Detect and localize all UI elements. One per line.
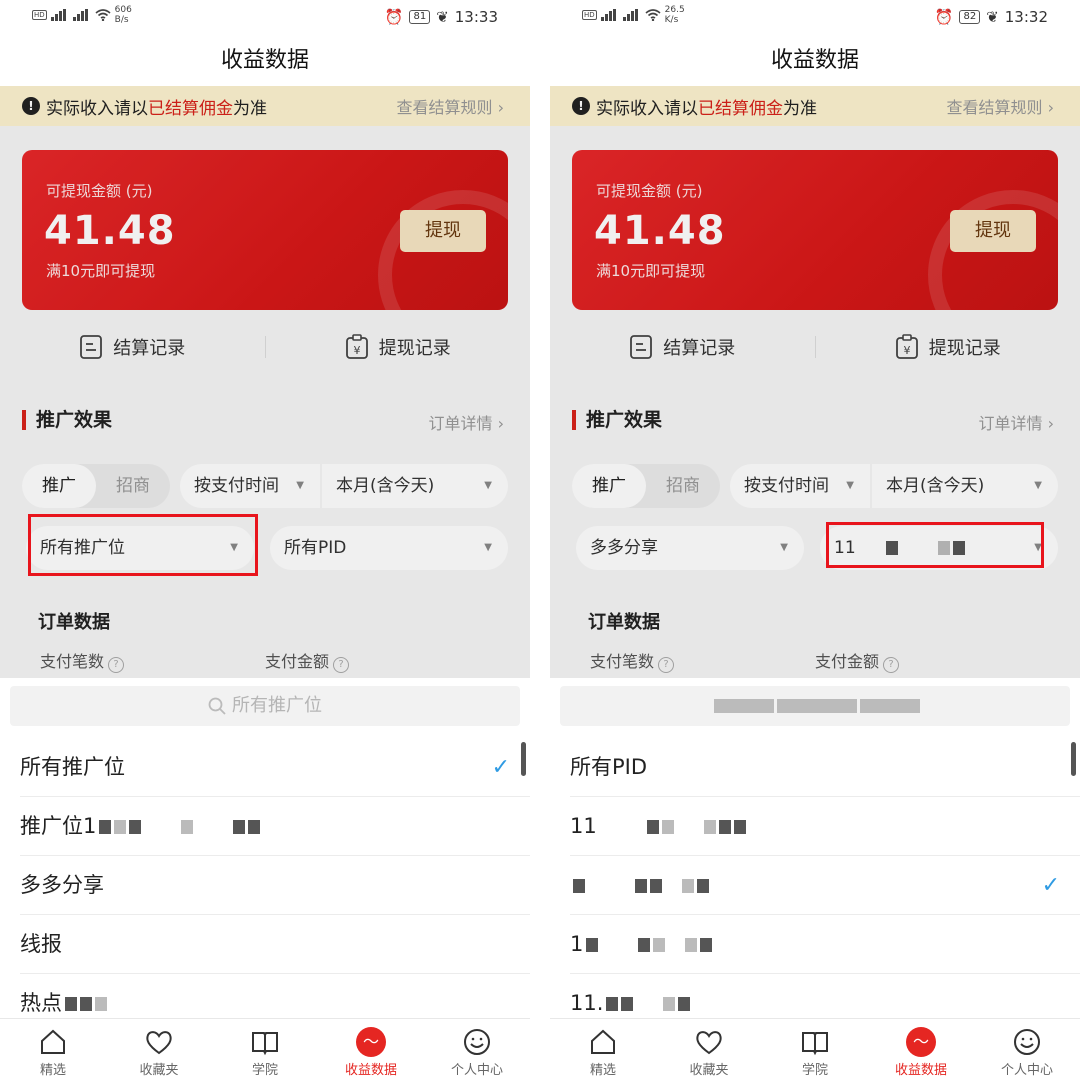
tab-academy[interactable]: 学院 xyxy=(212,1019,318,1083)
home-icon xyxy=(41,1029,65,1054)
book-icon xyxy=(802,1032,828,1056)
list-item[interactable]: 线报 xyxy=(20,915,530,974)
modal-backdrop[interactable] xyxy=(0,86,530,678)
alarm-icon: ⏰ xyxy=(934,8,954,26)
tab-favorites[interactable]: 收藏夹 xyxy=(106,1019,212,1083)
signal-icon xyxy=(50,9,69,21)
bottom-tab-bar: 精选 收藏夹 学院 〜 收益数据 个人中心 xyxy=(0,1018,530,1083)
smile-icon xyxy=(1014,1029,1040,1055)
position-picker-sheet: 所有推广位 所有推广位 ✓ 推广位1 多多分享 线报 热点 xyxy=(0,678,530,1033)
status-network: HD 26.5 K/s xyxy=(582,5,685,25)
search-input[interactable] xyxy=(560,686,1070,726)
clock: 13:32 xyxy=(1004,8,1048,26)
battery-icon: 82 xyxy=(959,10,981,24)
signal-icon xyxy=(622,9,641,21)
heart-icon xyxy=(696,1031,722,1055)
signal-icon xyxy=(72,9,91,21)
tab-home[interactable]: 精选 xyxy=(550,1019,656,1083)
list-item[interactable]: 所有PID xyxy=(570,738,1080,797)
highlight-box xyxy=(826,522,1044,568)
wifi-icon xyxy=(95,9,111,21)
status-bar: HD 606 B/s ⏰ 81 ❦ 13:33 xyxy=(0,0,530,36)
leaf-icon: ❦ xyxy=(986,8,999,26)
page-title: 收益数据 xyxy=(550,36,1080,86)
tab-home[interactable]: 精选 xyxy=(0,1019,106,1083)
hd-badge: HD xyxy=(582,10,597,20)
check-icon: ✓ xyxy=(1041,873,1060,898)
check-icon: ✓ xyxy=(491,755,510,780)
search-icon xyxy=(208,697,226,715)
phone-screen-left: HD 606 B/s ⏰ 81 ❦ 13:33 收益数据 ! 实际收入请以 已结算佣… xyxy=(0,0,530,1083)
highlight-box xyxy=(28,514,258,576)
smile-icon xyxy=(464,1029,490,1055)
redacted-text xyxy=(570,873,709,897)
search-input[interactable]: 所有推广位 xyxy=(10,686,520,726)
leaf-icon: ❦ xyxy=(436,8,449,26)
tab-earnings[interactable]: 〜 收益数据 xyxy=(318,1019,424,1083)
status-system: ⏰ 81 ❦ 13:33 xyxy=(385,8,498,26)
alarm-icon: ⏰ xyxy=(384,8,404,26)
earnings-icon: 〜 xyxy=(906,1027,936,1057)
list-item[interactable]: 多多分享 xyxy=(20,856,530,915)
list-item[interactable]: 推广位1 xyxy=(20,797,530,856)
tab-academy[interactable]: 学院 xyxy=(762,1019,868,1083)
bottom-tab-bar: 精选 收藏夹 学院 〜 收益数据 个人中心 xyxy=(550,1018,1080,1083)
tab-favorites[interactable]: 收藏夹 xyxy=(656,1019,762,1083)
redacted-text xyxy=(62,991,107,1015)
home-icon xyxy=(591,1029,615,1054)
earnings-icon: 〜 xyxy=(356,1027,386,1057)
heart-icon xyxy=(146,1031,172,1055)
phone-screen-right: HD 26.5 K/s ⏰ 82 ❦ 13:32 收益数据 ! 实际收入请以 已结算… xyxy=(550,0,1080,1083)
hd-badge: HD xyxy=(32,10,47,20)
clock: 13:33 xyxy=(454,8,498,26)
status-bar: HD 26.5 K/s ⏰ 82 ❦ 13:32 xyxy=(550,0,1080,36)
list-item[interactable]: 所有推广位 ✓ xyxy=(20,738,530,797)
option-list: 所有PID 11 ✓ 1 11. xyxy=(550,738,1080,1033)
wifi-icon xyxy=(645,9,661,21)
page-title: 收益数据 xyxy=(0,36,530,86)
tab-earnings[interactable]: 〜 收益数据 xyxy=(868,1019,974,1083)
redacted-text xyxy=(603,991,691,1015)
status-network: HD 606 B/s xyxy=(32,5,132,25)
battery-icon: 81 xyxy=(409,10,431,24)
book-icon xyxy=(252,1032,278,1056)
pid-picker-sheet: 所有PID 11 ✓ 1 11. xyxy=(550,678,1080,1033)
tab-profile[interactable]: 个人中心 xyxy=(424,1019,530,1083)
redacted-text xyxy=(711,695,920,716)
list-item[interactable]: 1 xyxy=(570,915,1080,974)
redacted-text xyxy=(597,814,746,838)
network-speed: 26.5 K/s xyxy=(664,5,685,25)
redacted-text xyxy=(96,814,261,838)
tab-profile[interactable]: 个人中心 xyxy=(974,1019,1080,1083)
redacted-text xyxy=(583,932,713,956)
screenshot-pair: HD 606 B/s ⏰ 81 ❦ 13:33 收益数据 ! 实际收入请以 已结算佣… xyxy=(0,0,1080,1083)
list-item[interactable]: ✓ xyxy=(570,856,1080,915)
signal-icon xyxy=(600,9,619,21)
list-item[interactable]: 11 xyxy=(570,797,1080,856)
modal-backdrop[interactable] xyxy=(550,86,1080,678)
network-speed: 606 B/s xyxy=(114,5,132,25)
status-system: ⏰ 82 ❦ 13:32 xyxy=(935,8,1048,26)
option-list: 所有推广位 ✓ 推广位1 多多分享 线报 热点 xyxy=(0,738,530,1033)
